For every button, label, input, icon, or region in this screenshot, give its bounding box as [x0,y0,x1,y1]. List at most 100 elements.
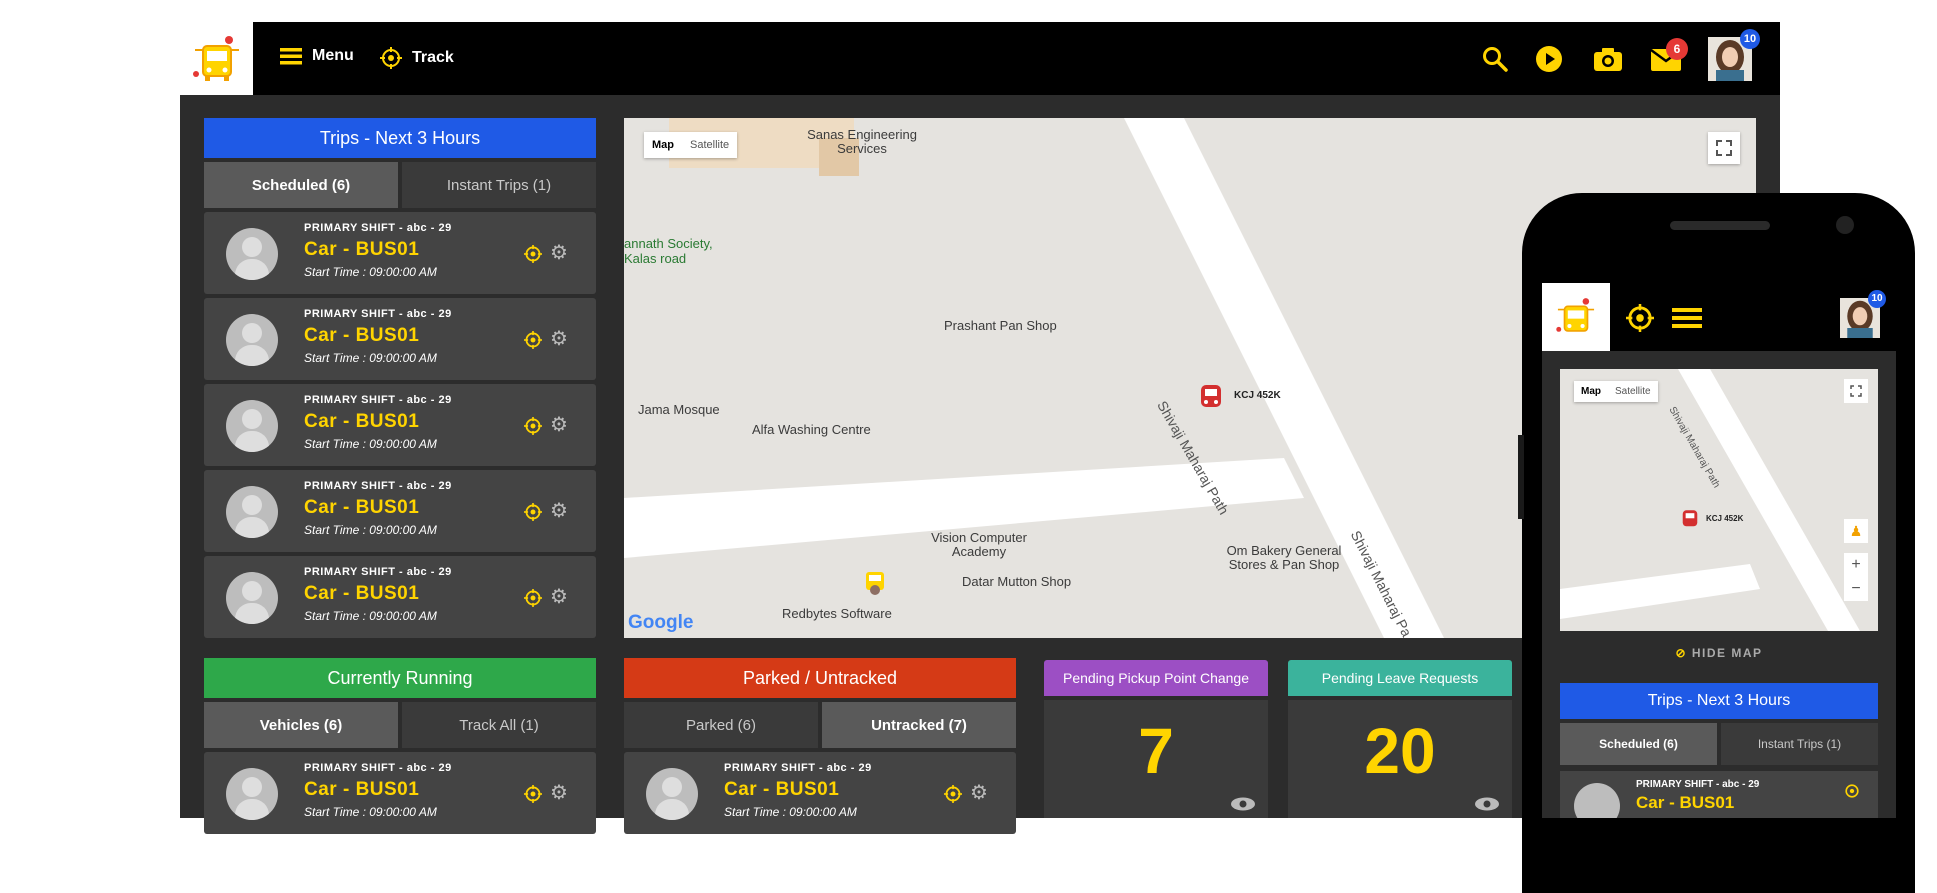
phone-driver-avatar [1574,783,1620,818]
gear-icon[interactable]: ⚙ [550,587,568,607]
phone-speaker [1670,221,1770,230]
pickup-panel-title: Pending Pickup Point Change [1044,660,1268,696]
trip-card[interactable]: PRIMARY SHIFT - abc - 29 Car - BUS01 Sta… [204,212,596,294]
hide-map-label: HIDE MAP [1691,646,1763,660]
place-label: Sanas Engineering Services [807,127,917,156]
trip-vehicle: Car - BUS01 [304,779,420,800]
phone-fullscreen-icon[interactable] [1844,379,1868,403]
track-icon[interactable] [524,503,542,521]
track-icon[interactable] [524,417,542,435]
gear-icon[interactable]: ⚙ [550,329,568,349]
trip-shift: PRIMARY SHIFT - abc - 29 [304,480,452,492]
driver-avatar [226,486,278,538]
phone-map-button[interactable]: Map [1574,381,1608,402]
leave-panel-title: Pending Leave Requests [1288,660,1512,696]
trip-start-time: Start Time : 09:00:00 AM [304,523,437,537]
bus-marker-icon[interactable] [1200,384,1222,410]
phone-logo[interactable] [1542,283,1610,351]
phone-trip-card[interactable]: PRIMARY SHIFT - abc - 29 Car - BUS01 [1560,771,1878,818]
track-icon[interactable] [524,785,542,803]
driver-avatar [646,768,698,820]
track-button[interactable]: Track [380,47,454,69]
parked-panel-title: Parked / Untracked [624,658,1016,698]
phone-map-view[interactable]: Map Satellite Shivaji Maharaj Path KCJ 4… [1560,369,1878,631]
trip-vehicle: Car - BUS01 [304,411,420,432]
pickup-panel-body[interactable]: 7 [1044,700,1268,818]
satellite-button[interactable]: Satellite [682,132,737,158]
fullscreen-icon[interactable] [1708,132,1740,164]
mail-badge: 6 [1666,38,1688,60]
zoom-out-icon[interactable]: − [1851,580,1860,598]
trip-card[interactable]: PRIMARY SHIFT - abc - 29 Car - BUS01 Sta… [204,384,596,466]
place-label: Redbytes Software [782,606,892,621]
menu-label: Menu [312,47,354,64]
map-button[interactable]: Map [644,132,682,158]
crosshair-icon [380,47,402,69]
gear-icon[interactable]: ⚙ [970,783,988,803]
trip-shift: PRIMARY SHIFT - abc - 29 [304,394,452,406]
phone-map-type-toggle: Map Satellite [1574,381,1658,402]
camera-icon[interactable] [1593,46,1623,72]
track-icon[interactable] [524,245,542,263]
phone-track-icon[interactable] [1626,304,1654,332]
tab-vehicles[interactable]: Vehicles (6) [204,702,398,748]
tab-track-all[interactable]: Track All (1) [402,702,596,748]
trip-shift: PRIMARY SHIFT - abc - 29 [304,308,452,320]
phone-trip-track-icon[interactable] [1844,783,1860,799]
phone-avatar-badge: 10 [1868,290,1886,308]
trip-start-time: Start Time : 09:00:00 AM [724,805,857,819]
pegman-icon[interactable]: ♟ [1844,519,1868,543]
trip-start-time: Start Time : 09:00:00 AM [304,609,437,623]
office-marker-icon[interactable] [860,568,890,598]
eye-icon[interactable] [1230,796,1256,812]
driver-avatar [226,572,278,624]
app-logo[interactable] [180,22,253,95]
trip-card[interactable]: PRIMARY SHIFT - abc - 29 Car - BUS01 Sta… [624,752,1016,834]
tab-scheduled[interactable]: Scheduled (6) [204,162,398,208]
phone-hamburger-icon[interactable] [1672,307,1702,329]
avatar-badge: 10 [1740,29,1760,49]
track-icon[interactable] [524,589,542,607]
phone-trips-tabs: Scheduled (6) Instant Trips (1) [1560,723,1878,765]
tab-instant-trips[interactable]: Instant Trips (1) [402,162,596,208]
track-icon[interactable] [944,785,962,803]
eye-icon[interactable] [1474,796,1500,812]
track-icon[interactable] [524,331,542,349]
trip-card[interactable]: PRIMARY SHIFT - abc - 29 Car - BUS01 Sta… [204,752,596,834]
google-logo: Google [628,612,694,633]
leave-count: 20 [1364,715,1436,787]
phone-screen: 10 Map Satellite Shivaji Maharaj Path KC… [1542,283,1896,818]
hide-map-button[interactable]: ⊘ HIDE MAP [1542,646,1896,660]
tab-untracked[interactable]: Untracked (7) [822,702,1016,748]
place-label: Datar Mutton Shop [962,574,1072,589]
play-icon[interactable] [1535,45,1563,73]
phone-satellite-button[interactable]: Satellite [1608,381,1658,402]
gear-icon[interactable]: ⚙ [550,501,568,521]
trip-vehicle: Car - BUS01 [304,497,420,518]
search-icon[interactable] [1482,46,1508,72]
running-panel-title: Currently Running [204,658,596,698]
phone-tab-instant-trips[interactable]: Instant Trips (1) [1721,723,1878,765]
trip-card[interactable]: PRIMARY SHIFT - abc - 29 Car - BUS01 Sta… [204,470,596,552]
place-label: annath Society, Kalas road [624,236,713,266]
phone-tab-scheduled[interactable]: Scheduled (6) [1560,723,1717,765]
zoom-in-icon[interactable]: + [1851,556,1860,574]
trip-card[interactable]: PRIMARY SHIFT - abc - 29 Car - BUS01 Sta… [204,556,596,638]
place-label: Om Bakery General Stores & Pan Shop [1226,543,1342,572]
leave-panel-body[interactable]: 20 [1288,700,1512,818]
trip-start-time: Start Time : 09:00:00 AM [304,265,437,279]
trip-card[interactable]: PRIMARY SHIFT - abc - 29 Car - BUS01 Sta… [204,298,596,380]
phone-bus-marker-icon[interactable] [1682,509,1698,529]
gear-icon[interactable]: ⚙ [550,243,568,263]
menu-button[interactable]: Menu [280,47,354,65]
trip-shift: PRIMARY SHIFT - abc - 29 [304,222,452,234]
gear-icon[interactable]: ⚙ [550,415,568,435]
tab-parked[interactable]: Parked (6) [624,702,818,748]
gear-icon[interactable]: ⚙ [550,783,568,803]
place-label: Alfa Washing Centre [752,422,871,437]
place-label: Prashant Pan Shop [944,318,1057,333]
parked-tabs: Parked (6) Untracked (7) [624,702,1016,748]
trip-shift: PRIMARY SHIFT - abc - 29 [724,762,872,774]
zoom-controls: + − [1844,553,1868,601]
running-tabs: Vehicles (6) Track All (1) [204,702,596,748]
